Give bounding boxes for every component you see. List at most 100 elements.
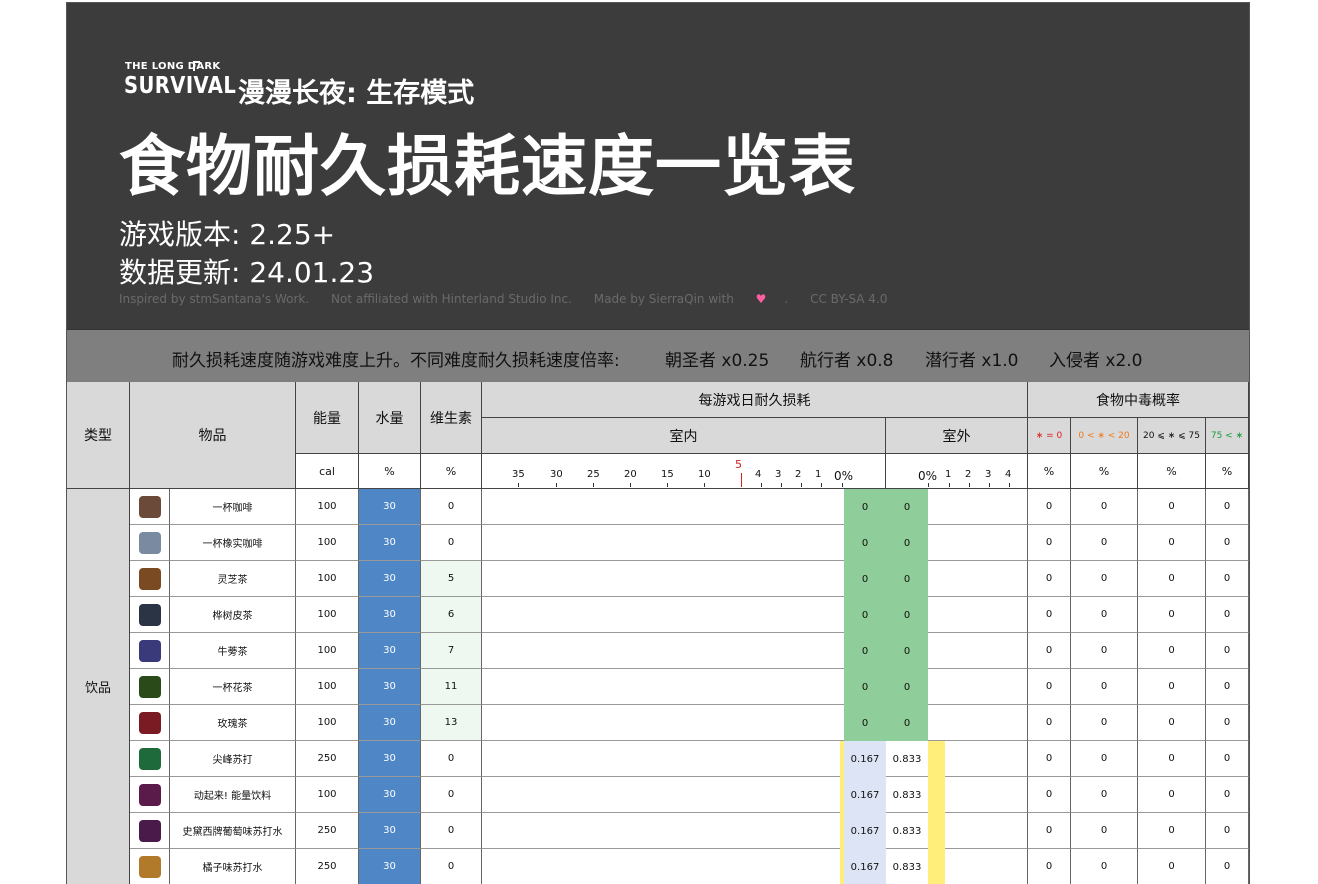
indoor-tick-mark [842, 483, 843, 487]
logo-flag-icon [193, 61, 200, 71]
table-row: 尖峰苏打 250 30 0 0.167 0.833 0 0 0 0 [67, 741, 1249, 777]
item-vitamin: 0 [421, 777, 482, 813]
drink-icon [138, 495, 161, 518]
poison-3: 0 [1206, 849, 1249, 884]
item-name: 史黛西牌葡萄味苏打水 [170, 813, 296, 849]
poison-0: 0 [1028, 525, 1071, 561]
difficulty-notice: 耐久损耗速度随游戏难度上升。不同难度耐久损耗速度倍率: 朝圣者 x0.25 航行… [67, 329, 1249, 383]
mode-stalker: 潜行者 x1.0 [925, 351, 1019, 371]
credit-affiliation: Not affiliated with Hinterland Studio In… [331, 292, 572, 306]
item-energy: 250 [296, 741, 359, 777]
item-image [130, 813, 170, 849]
drink-icon [138, 783, 161, 806]
indoor-tick-label: 1 [815, 469, 822, 480]
item-water: 30 [359, 813, 421, 849]
indoor-value-box: 0 [844, 525, 886, 561]
col-water-header: 水量 [359, 382, 421, 454]
drink-icon [138, 531, 161, 554]
indoor-bar-area: 0 [482, 705, 886, 741]
item-energy: 250 [296, 849, 359, 884]
poison-1: 0 [1071, 849, 1138, 884]
item-energy: 250 [296, 813, 359, 849]
poison-3: 0 [1206, 525, 1249, 561]
outdoor-bar-area: 0 [886, 561, 1028, 597]
table-row: 牛蒡茶 100 30 7 0 0 0 0 0 0 [67, 633, 1249, 669]
outdoor-tick-label: 3 [985, 469, 992, 480]
item-vitamin: 11 [421, 669, 482, 705]
poison-3: 0 [1206, 777, 1249, 813]
outdoor-bar-area: 0 [886, 705, 1028, 741]
outdoor-value-box: 0.833 [886, 813, 928, 849]
item-name: 橘子味苏打水 [170, 849, 296, 884]
poison-2: 0 [1138, 633, 1206, 669]
indoor-value: 0.167 [850, 789, 880, 801]
outdoor-bar-area: 0 [886, 489, 1028, 525]
poison-0: 0 [1028, 633, 1071, 669]
indoor-value-box: 0.167 [844, 849, 886, 884]
outdoor-tick-label: 2 [965, 469, 972, 480]
indoor-value: 0 [861, 681, 869, 693]
indoor-tick-mark [667, 483, 668, 487]
drink-icon [138, 603, 161, 626]
logo-survival: SURVIVAL [124, 73, 237, 99]
poison-range-0-text: ∗ = 0 [1035, 430, 1063, 441]
poison-0: 0 [1028, 849, 1071, 884]
drink-icon [138, 747, 161, 770]
indoor-bar-area: 0 [482, 489, 886, 525]
poison-1: 0 [1071, 705, 1138, 741]
drink-icon [138, 567, 161, 590]
indoor-tick-label: 25 [587, 469, 600, 480]
outdoor-tick-mark [928, 483, 929, 487]
table-row: 灵芝茶 100 30 5 0 0 0 0 0 0 [67, 561, 1249, 597]
poison-0: 0 [1028, 813, 1071, 849]
item-energy: 100 [296, 525, 359, 561]
poison-3: 0 [1206, 705, 1249, 741]
poison-2: 0 [1138, 849, 1206, 884]
indoor-tick-label: 3 [775, 469, 782, 480]
item-image [130, 561, 170, 597]
poison-2: 0 [1138, 489, 1206, 525]
item-image [130, 741, 170, 777]
indoor-bar-area: 0 [482, 561, 886, 597]
table-row: 史黛西牌葡萄味苏打水 250 30 0 0.167 0.833 0 0 0 0 [67, 813, 1249, 849]
indoor-tick-mark [761, 483, 762, 487]
poison-0: 0 [1028, 741, 1071, 777]
item-water: 30 [359, 849, 421, 884]
outdoor-decay-bar [928, 741, 945, 777]
poison-1: 0 [1071, 669, 1138, 705]
item-image [130, 597, 170, 633]
outdoor-value-box: 0 [886, 489, 928, 525]
data-updated: 数据更新: 24.01.23 [119, 256, 375, 289]
outdoor-bar-area: 0 [886, 669, 1028, 705]
outdoor-value: 0 [903, 609, 911, 621]
item-water: 30 [359, 741, 421, 777]
item-name: 尖峰苏打 [170, 741, 296, 777]
outdoor-tick-mark [1009, 483, 1010, 487]
item-name: 玫瑰茶 [170, 705, 296, 741]
table-row: 动起来! 能量饮料 100 30 0 0.167 0.833 0 0 0 0 [67, 777, 1249, 813]
poison-0: 0 [1028, 777, 1071, 813]
outdoor-bar-area: 0.833 [886, 849, 1028, 884]
item-name: 动起来! 能量饮料 [170, 777, 296, 813]
poison-2: 0 [1138, 669, 1206, 705]
unit-water: % [359, 454, 421, 489]
poison-3: 0 [1206, 633, 1249, 669]
item-image [130, 525, 170, 561]
outdoor-value-box: 0 [886, 633, 928, 669]
outdoor-value: 0.833 [892, 753, 922, 765]
outdoor-value: 0 [903, 501, 911, 513]
item-image [130, 669, 170, 705]
outdoor-value-box: 0 [886, 561, 928, 597]
indoor-tick-label: 4 [755, 469, 762, 480]
indoor-tick-label: 35 [512, 469, 525, 480]
poison-0: 0 [1028, 489, 1071, 525]
poison-3: 0 [1206, 561, 1249, 597]
credit-author-text: Made by SierraQin with [593, 292, 734, 306]
poison-0: 0 [1028, 561, 1071, 597]
heart-icon: ♥ [755, 292, 767, 306]
outdoor-value: 0.833 [892, 789, 922, 801]
item-energy: 100 [296, 777, 359, 813]
poison-0: 0 [1028, 597, 1071, 633]
outdoor-tick-label: 0% [918, 469, 938, 483]
header-banner: THE LONG DARK SURVIVAL 漫漫长夜: 生存模式 食物耐久损耗… [67, 3, 1249, 329]
